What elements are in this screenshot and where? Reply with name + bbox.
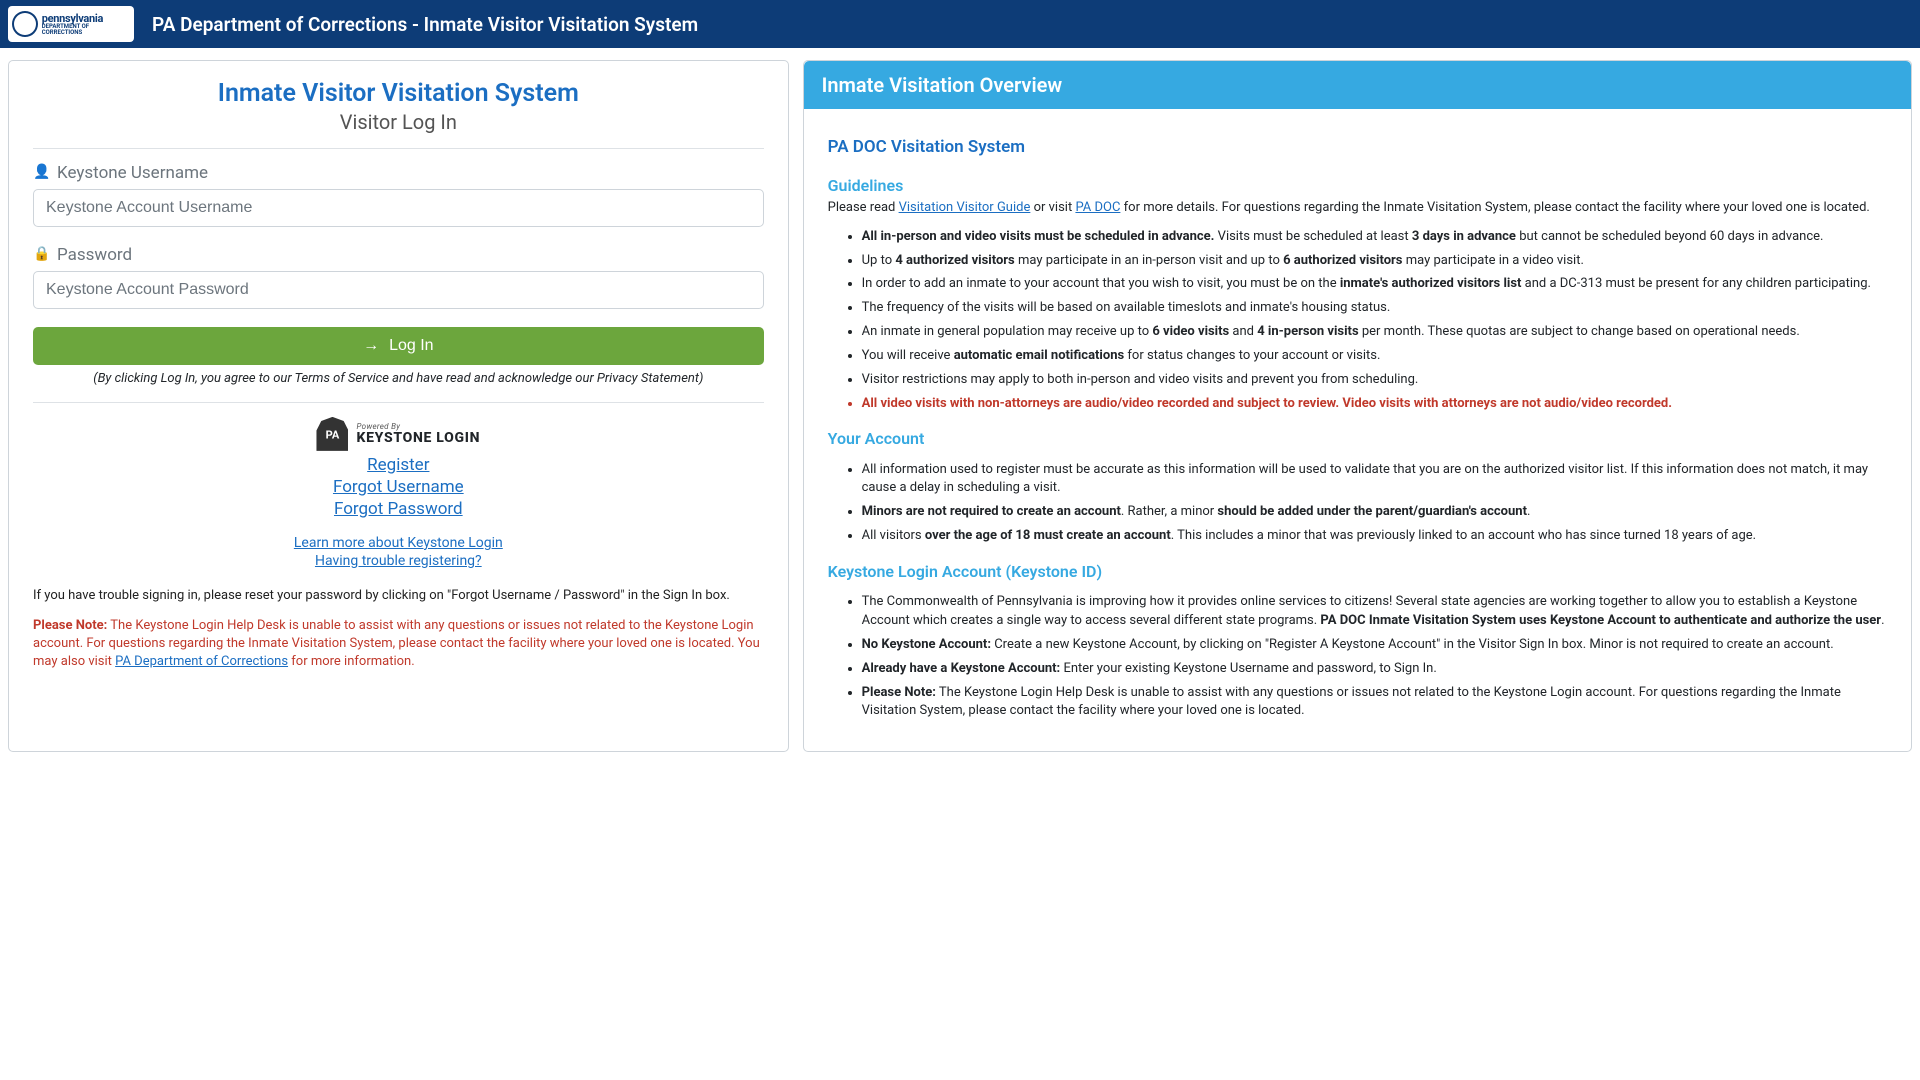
password-label: Password bbox=[33, 245, 764, 265]
list-item: Please Note: The Keystone Login Help Des… bbox=[862, 684, 1887, 722]
pa-doc-logo: pennsylvania DEPARTMENT OF CORRECTIONS bbox=[8, 6, 134, 42]
list-item: An inmate in general population may rece… bbox=[862, 323, 1887, 342]
pa-doc-link[interactable]: PA Department of Corrections bbox=[115, 654, 288, 669]
login-subtitle: Visitor Log In bbox=[33, 110, 764, 134]
user-icon bbox=[33, 165, 49, 181]
overview-panel: Inmate Visitation Overview PA DOC Visita… bbox=[803, 60, 1912, 752]
trouble-registering-link[interactable]: Having trouble registering? bbox=[33, 553, 764, 569]
your-account-list: All information used to register must be… bbox=[862, 461, 1887, 546]
divider bbox=[33, 402, 764, 403]
list-item: All in-person and video visits must be s… bbox=[862, 228, 1887, 247]
guidelines-intro: Please read Visitation Visitor Guide or … bbox=[828, 199, 1887, 218]
please-note-block: Please Note: The Keystone Login Help Des… bbox=[33, 617, 764, 672]
list-item: Visitor restrictions may apply to both i… bbox=[862, 371, 1887, 390]
forgot-password-link[interactable]: Forgot Password bbox=[33, 499, 764, 519]
list-item: You will receive automatic email notific… bbox=[862, 347, 1887, 366]
list-item: Up to 4 authorized visitors may particip… bbox=[862, 252, 1887, 271]
password-input[interactable] bbox=[33, 271, 764, 309]
list-item: In order to add an inmate to your accoun… bbox=[862, 275, 1887, 294]
list-item: All visitors over the age of 18 must cre… bbox=[862, 527, 1887, 546]
pa-doc-system-title: PA DOC Visitation System bbox=[828, 135, 1887, 160]
forgot-username-link[interactable]: Forgot Username bbox=[33, 477, 764, 497]
register-link[interactable]: Register bbox=[33, 455, 764, 475]
please-note-label: Please Note: bbox=[33, 618, 107, 633]
tos-note: (By clicking Log In, you agree to our Te… bbox=[33, 371, 764, 388]
signin-icon bbox=[363, 337, 379, 355]
visitor-guide-link[interactable]: Visitation Visitor Guide bbox=[899, 200, 1031, 215]
guidelines-list: All in-person and video visits must be s… bbox=[862, 228, 1887, 414]
username-label: Keystone Username bbox=[33, 163, 764, 183]
your-account-heading: Your Account bbox=[828, 427, 1887, 450]
header-title: PA Department of Corrections - Inmate Vi… bbox=[152, 13, 698, 36]
list-item: All information used to register must be… bbox=[862, 461, 1887, 499]
keystone-pa-mark-icon bbox=[316, 417, 348, 451]
overview-header: Inmate Visitation Overview bbox=[804, 61, 1911, 109]
keystone-list: The Commonwealth of Pennsylvania is impr… bbox=[862, 593, 1887, 721]
username-input[interactable] bbox=[33, 189, 764, 227]
login-panel: Inmate Visitor Visitation System Visitor… bbox=[8, 60, 789, 752]
guidelines-heading: Guidelines bbox=[828, 174, 1887, 197]
login-button[interactable]: Log In bbox=[33, 327, 764, 365]
lock-icon bbox=[33, 247, 49, 263]
list-item: The frequency of the visits will be base… bbox=[862, 299, 1887, 318]
app-header: pennsylvania DEPARTMENT OF CORRECTIONS P… bbox=[0, 0, 1920, 48]
logo-text-top: pennsylvania bbox=[42, 13, 130, 24]
divider bbox=[33, 148, 764, 149]
list-item: Minors are not required to create an acc… bbox=[862, 503, 1887, 522]
keystone-login-logo: Powered By KEYSTONE LOGIN bbox=[33, 417, 764, 451]
pa-doc-site-link[interactable]: PA DOC bbox=[1075, 200, 1120, 215]
list-item: The Commonwealth of Pennsylvania is impr… bbox=[862, 593, 1887, 631]
trouble-signin-text: If you have trouble signing in, please r… bbox=[33, 587, 764, 605]
keystone-login-heading: Keystone Login Account (Keystone ID) bbox=[828, 560, 1887, 583]
learn-more-link[interactable]: Learn more about Keystone Login bbox=[33, 535, 764, 551]
list-item-warning: All video visits with non-attorneys are … bbox=[862, 395, 1887, 414]
login-title: Inmate Visitor Visitation System bbox=[33, 79, 764, 108]
list-item: No Keystone Account: Create a new Keysto… bbox=[862, 636, 1887, 655]
logo-text-bottom: DEPARTMENT OF CORRECTIONS bbox=[42, 24, 130, 36]
list-item: Already have a Keystone Account: Enter y… bbox=[862, 660, 1887, 679]
